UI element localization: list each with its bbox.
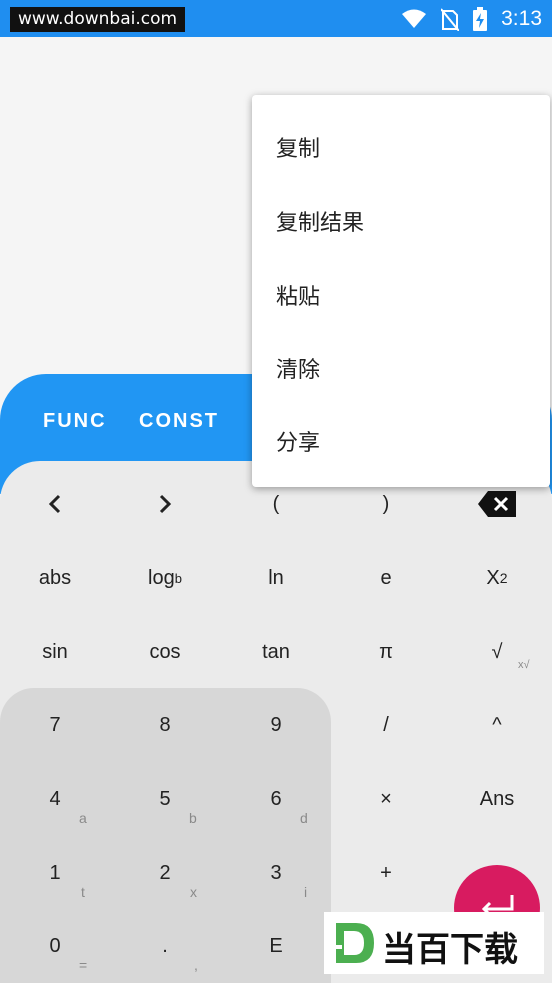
divide-button[interactable]: /: [331, 688, 441, 762]
digit-2-sub-label: x: [190, 884, 197, 900]
digit-6-sub-label: d: [300, 810, 308, 826]
no-sim-icon: [441, 7, 460, 31]
pi-button[interactable]: π: [331, 615, 441, 689]
tab-func[interactable]: FUNC: [43, 410, 107, 433]
log-base-button[interactable]: log b: [110, 541, 220, 615]
watermark-url: www.downbai.com: [10, 7, 186, 32]
digit-4-label: 4: [49, 787, 61, 810]
square-superscript: 2: [499, 570, 508, 586]
digit-2-label: 2: [159, 861, 171, 884]
decimal-point-label: .: [162, 934, 168, 957]
status-icons: 3:13: [401, 0, 542, 37]
log-label: log: [148, 566, 175, 589]
menu-item-paste[interactable]: 粘贴: [276, 279, 320, 311]
tan-button[interactable]: tan: [221, 615, 331, 689]
cursor-right-button[interactable]: [110, 467, 220, 541]
digit-0-button[interactable]: 0 =: [0, 909, 110, 983]
digit-5-label: 5: [159, 787, 171, 810]
brand-text: 当百下载: [382, 930, 518, 970]
digit-9-button[interactable]: 9: [221, 688, 331, 762]
brand-logo-icon: [330, 923, 374, 963]
status-bar: www.downbai.com 3:13: [0, 0, 552, 37]
ln-button[interactable]: ln: [221, 541, 331, 615]
digit-7-button[interactable]: 7: [0, 688, 110, 762]
decimal-point-sub-label: ,: [194, 957, 198, 973]
sqrt-label: √: [491, 640, 503, 663]
cos-button[interactable]: cos: [110, 615, 220, 689]
digit-3-label: 3: [270, 861, 282, 884]
log-base-subscript: b: [174, 570, 182, 586]
square-button[interactable]: X2: [442, 541, 552, 615]
digit-4-sub-label: a: [79, 810, 87, 826]
digit-1-label: 1: [49, 861, 61, 884]
digit-2-button[interactable]: 2 x: [110, 836, 220, 910]
menu-item-copy-result[interactable]: 复制结果: [276, 205, 364, 237]
sin-button[interactable]: sin: [0, 615, 110, 689]
multiply-button[interactable]: ×: [331, 762, 441, 836]
abs-button[interactable]: abs: [0, 541, 110, 615]
sqrt-button[interactable]: √ x√: [442, 615, 552, 689]
status-time: 3:13: [501, 6, 542, 30]
square-label: X: [486, 566, 500, 589]
menu-item-share[interactable]: 分享: [276, 425, 320, 457]
digit-1-button[interactable]: 1 t: [0, 836, 110, 910]
digit-5-sub-label: b: [189, 810, 197, 826]
power-button[interactable]: ^: [442, 688, 552, 762]
digit-5-button[interactable]: 5 b: [110, 762, 220, 836]
menu-item-copy[interactable]: 复制: [276, 131, 320, 163]
digit-0-label: 0: [49, 934, 61, 957]
backspace-icon: [478, 491, 516, 517]
digit-0-sub-label: =: [79, 957, 88, 973]
chevron-right-icon: [159, 494, 172, 514]
sqrt-sub-label: x√: [518, 659, 530, 671]
plus-button[interactable]: +: [331, 836, 441, 910]
digit-3-button[interactable]: 3 i: [221, 836, 331, 910]
e-button[interactable]: e: [331, 541, 441, 615]
digit-3-sub-label: i: [304, 884, 308, 900]
digit-4-button[interactable]: 4 a: [0, 762, 110, 836]
digit-6-label: 6: [270, 787, 282, 810]
menu-item-clear[interactable]: 清除: [276, 352, 320, 384]
chevron-left-icon: [48, 494, 61, 514]
decimal-point-button[interactable]: . ,: [110, 909, 220, 983]
exponent-button[interactable]: E: [221, 909, 331, 983]
ans-button[interactable]: Ans: [442, 762, 552, 836]
cursor-left-button[interactable]: [0, 467, 110, 541]
digit-6-button[interactable]: 6 d: [221, 762, 331, 836]
digit-8-button[interactable]: 8: [110, 688, 220, 762]
digit-1-sub-label: t: [81, 884, 85, 900]
battery-charging-icon: [473, 6, 488, 31]
tab-const[interactable]: CONST: [139, 410, 219, 433]
wifi-icon: [402, 9, 427, 28]
brand-watermark-logo: 当百下载: [324, 912, 544, 974]
context-menu: 复制 复制结果 粘贴 清除 分享: [252, 95, 550, 487]
